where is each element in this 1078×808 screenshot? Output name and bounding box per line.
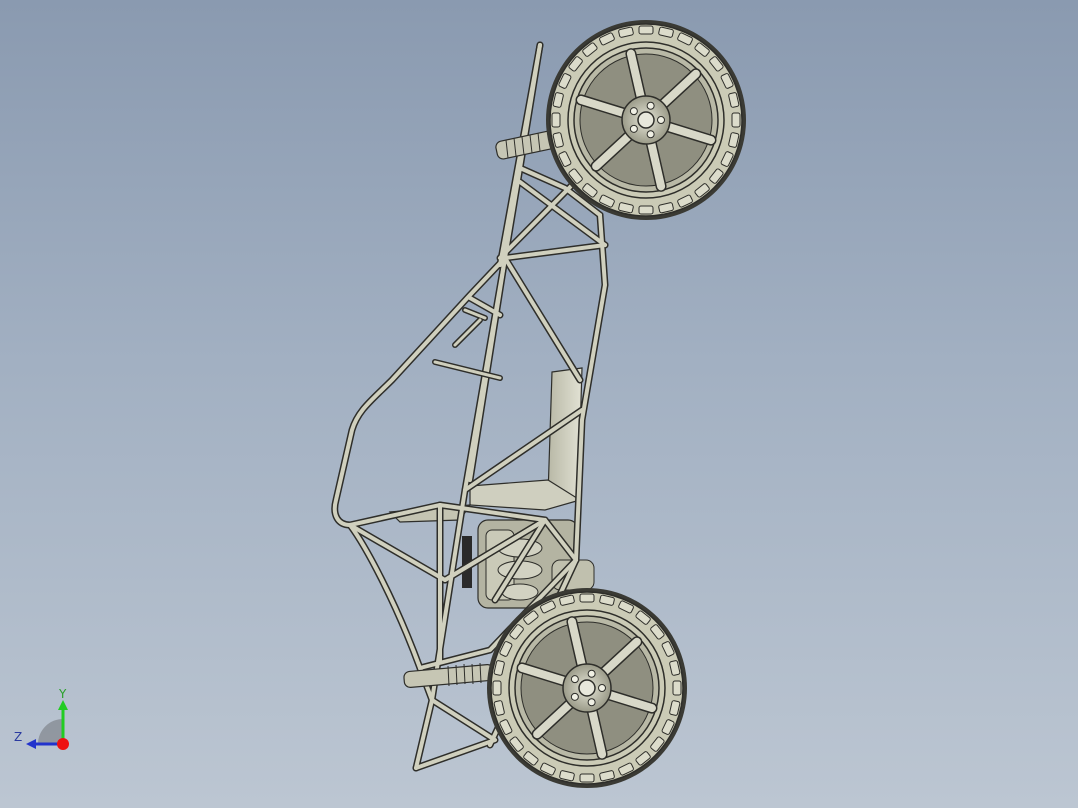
x-axis-origin: [57, 738, 69, 750]
rear-wheel: [487, 588, 687, 788]
coordinate-triad: Y Z: [10, 684, 80, 754]
y-axis-label: Y: [59, 687, 67, 701]
chassis-model[interactable]: [0, 0, 1078, 808]
z-axis-label: Z: [14, 730, 23, 744]
graphics-viewport[interactable]: Y Z: [0, 0, 1078, 808]
front-wheel: [546, 20, 746, 220]
